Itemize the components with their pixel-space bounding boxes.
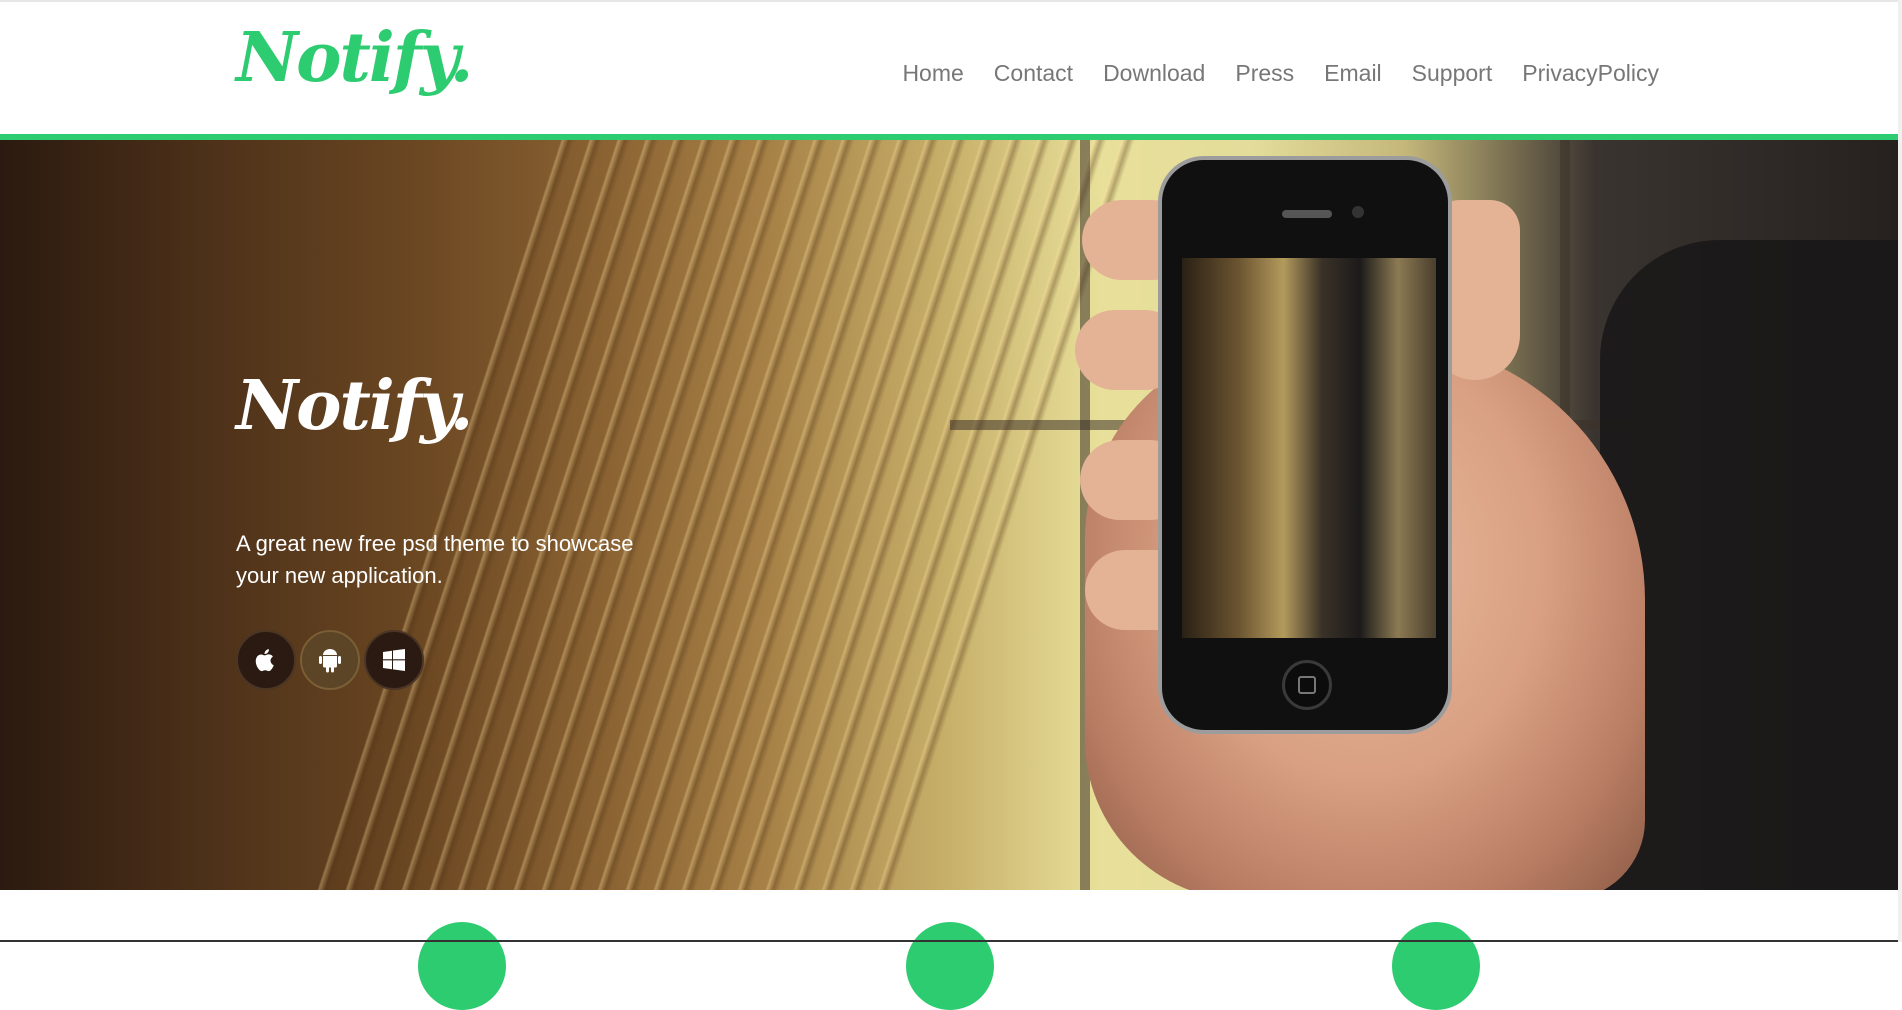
feature-icon-circle bbox=[418, 922, 506, 1010]
nav-privacy-policy[interactable]: PrivacyPolicy bbox=[1522, 60, 1659, 87]
nav-home[interactable]: Home bbox=[902, 60, 963, 87]
phone-screen bbox=[1182, 258, 1436, 638]
site-header: Notify. Home Contact Download Press Emai… bbox=[0, 2, 1898, 134]
apple-store-button[interactable] bbox=[236, 630, 296, 690]
nav-download[interactable]: Download bbox=[1103, 60, 1205, 87]
site-logo[interactable]: Notify. bbox=[236, 24, 473, 92]
hero-section bbox=[0, 140, 1898, 890]
android-icon bbox=[319, 649, 341, 673]
nav-support[interactable]: Support bbox=[1412, 60, 1493, 87]
android-store-button[interactable] bbox=[300, 630, 360, 690]
nav-email[interactable]: Email bbox=[1324, 60, 1382, 87]
phone-home-button bbox=[1282, 660, 1332, 710]
phone-camera bbox=[1352, 206, 1364, 218]
hero-tagline: A great new free psd theme to showcase y… bbox=[236, 531, 634, 588]
feature-icon-circle bbox=[906, 922, 994, 1010]
apple-icon bbox=[255, 649, 274, 672]
feature-icon-circle bbox=[1392, 922, 1480, 1010]
main-nav: Home Contact Download Press Email Suppor… bbox=[872, 60, 1659, 87]
windows-icon bbox=[383, 649, 405, 671]
phone-mockup bbox=[1158, 156, 1452, 734]
hero-background-blinds bbox=[273, 140, 1167, 890]
page-scrollbar[interactable] bbox=[1898, 0, 1902, 942]
nav-press[interactable]: Press bbox=[1235, 60, 1294, 87]
nav-contact[interactable]: Contact bbox=[994, 60, 1073, 87]
store-buttons bbox=[236, 630, 424, 690]
phone-speaker bbox=[1282, 210, 1332, 218]
hero-logo: Notify. bbox=[236, 366, 473, 446]
windows-store-button[interactable] bbox=[364, 630, 424, 690]
